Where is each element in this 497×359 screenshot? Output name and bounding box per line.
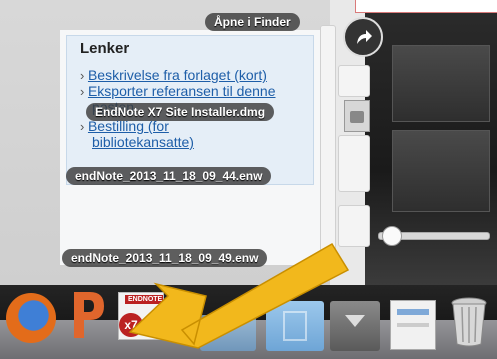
doc-line bbox=[397, 309, 429, 315]
top-window-edge bbox=[355, 0, 497, 13]
preview-thumbnail bbox=[392, 130, 490, 212]
link-item[interactable]: › Beskrivelse fra forlaget (kort) bbox=[80, 68, 276, 84]
scrollbar-track[interactable] bbox=[320, 25, 336, 262]
slider-knob[interactable] bbox=[382, 226, 402, 246]
bullet-icon: › bbox=[80, 119, 88, 134]
stack-slot[interactable] bbox=[338, 65, 370, 97]
firefox-icon[interactable] bbox=[6, 293, 56, 343]
disk-image-icon[interactable] bbox=[344, 100, 370, 132]
link-order[interactable]: Bestilling (for bbox=[88, 119, 169, 134]
preview-thumbnail bbox=[392, 45, 490, 122]
link-export-reference[interactable]: Eksporter referansen til denne bbox=[88, 84, 276, 99]
doc-line bbox=[397, 323, 429, 327]
link-item[interactable]: › Bestilling (for bbox=[80, 119, 276, 135]
bullet-icon: › bbox=[80, 84, 88, 99]
links-title: Lenker bbox=[80, 40, 130, 57]
download-item-enw-1[interactable]: endNote_2013_11_18_09_44.enw bbox=[66, 167, 272, 185]
drive-shape bbox=[350, 111, 364, 123]
trash-can-icon bbox=[451, 297, 487, 347]
open-in-finder-button[interactable]: Åpne i Finder bbox=[205, 13, 300, 31]
powerpoint-icon[interactable] bbox=[70, 290, 106, 340]
bullet-icon: › bbox=[80, 68, 88, 83]
stack-slot[interactable] bbox=[338, 135, 370, 192]
download-item-dmg[interactable]: EndNote X7 Site Installer.dmg bbox=[86, 103, 275, 121]
document-stack-icon[interactable] bbox=[390, 300, 436, 350]
share-button[interactable] bbox=[343, 17, 383, 57]
link-order-cont[interactable]: bibliotekansatte) bbox=[92, 134, 194, 150]
link-description[interactable]: Beskrivelse fra forlaget (kort) bbox=[88, 68, 267, 83]
powerpoint-p-icon bbox=[74, 292, 104, 338]
annotation-arrow-icon bbox=[128, 242, 350, 349]
link-item[interactable]: › Eksporter referansen til denne bbox=[80, 84, 276, 100]
trash-icon[interactable] bbox=[450, 297, 488, 347]
share-arrow-icon bbox=[357, 30, 372, 44]
link-item-cont[interactable]: bibliotekansatte) bbox=[80, 134, 276, 152]
